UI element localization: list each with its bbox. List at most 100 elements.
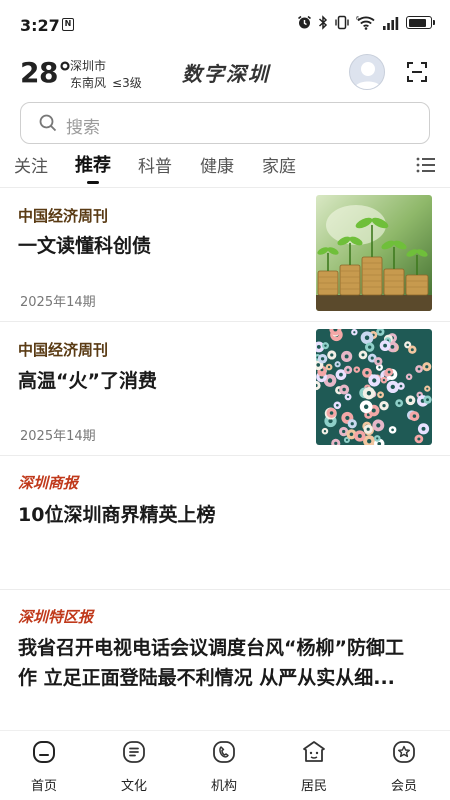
- pattern-dot-hole: [320, 357, 325, 361]
- pattern-dot-hole: [426, 387, 429, 390]
- nav-resident[interactable]: 居民: [284, 739, 344, 794]
- search-placeholder: 搜索: [66, 118, 100, 138]
- pattern-dot-hole: [417, 367, 421, 371]
- scan-icon[interactable]: [406, 61, 428, 83]
- pattern-dot-hole: [350, 422, 354, 426]
- pattern-dot-hole: [387, 370, 391, 374]
- pattern-dot-hole: [372, 378, 377, 383]
- pattern-dot-hole: [336, 363, 339, 366]
- pattern-dot-hole: [367, 439, 372, 444]
- tab-science[interactable]: 科普: [138, 152, 172, 177]
- wifi-icon: 6: [356, 16, 375, 30]
- alarm-icon: [298, 15, 311, 29]
- buttons-pattern-thumbnail: [316, 329, 432, 445]
- pattern-dot-hole: [327, 365, 331, 369]
- member-icon: [393, 741, 415, 763]
- pattern-dot-hole: [361, 353, 365, 357]
- pattern-dot-hole: [390, 384, 395, 390]
- temperature: 28°: [20, 56, 72, 89]
- pattern-dot-hole: [382, 404, 386, 408]
- institution-icon: [213, 741, 235, 763]
- svg-text:6: 6: [356, 16, 359, 22]
- article-source: 中国经济周刊: [18, 341, 109, 359]
- pattern-dot-hole: [346, 395, 350, 399]
- weather-wind: 东南风 ≤3级: [70, 74, 142, 91]
- status-time: 3:27: [20, 16, 60, 35]
- article-card[interactable]: 深圳商报 10位深圳商界精英上榜: [0, 456, 450, 589]
- pattern-dot-hole: [426, 398, 430, 402]
- battery-fill: [408, 18, 427, 27]
- pattern-dot-hole: [345, 415, 350, 421]
- pattern-dot-hole: [334, 441, 338, 445]
- pattern-dot-hole: [368, 345, 372, 349]
- pattern-dot-hole: [328, 418, 333, 424]
- article-title: 高温“火”了消费: [18, 370, 157, 392]
- article-title: 10位深圳商界精英上榜: [18, 504, 216, 526]
- pattern-dot-hole: [370, 356, 374, 360]
- pattern-dot-hole: [353, 331, 356, 334]
- status-icons: 6: [297, 15, 435, 30]
- header: 28° 深圳市 东南风 ≤3级 数字深圳: [0, 50, 450, 96]
- pattern-dot-hole: [376, 423, 381, 428]
- tab-follow[interactable]: 关注: [14, 152, 48, 177]
- tab-health[interactable]: 健康: [200, 152, 234, 177]
- pattern-dot-hole: [339, 372, 343, 377]
- coins-plant-thumbnail: [316, 195, 432, 311]
- pattern-dot-hole: [349, 432, 354, 437]
- bluetooth-icon: [318, 15, 328, 30]
- brand-logo: 数字深圳: [182, 62, 270, 86]
- bottom-nav: 首页 文化 机构 居民 会员: [0, 730, 450, 800]
- nav-label: 居民: [300, 779, 327, 794]
- pattern-dot-hole: [342, 429, 346, 434]
- pattern-dot-hole: [397, 401, 401, 405]
- nav-label: 首页: [30, 779, 57, 794]
- tab-family[interactable]: 家庭: [262, 152, 296, 177]
- search-icon: [39, 114, 57, 132]
- pattern-dot-hole: [406, 343, 409, 347]
- article-card[interactable]: 深圳特区报 我省召开电视电话会议调度台风“杨柳”防御工 作 立足正面登陆最不利情…: [0, 590, 450, 728]
- pattern-dot-hole: [327, 378, 333, 383]
- search-bar[interactable]: 搜索: [20, 102, 430, 144]
- pattern-dot-hole: [330, 353, 334, 357]
- article-source: 深圳商报: [18, 474, 79, 492]
- nav-home[interactable]: 首页: [14, 739, 74, 794]
- pattern-dot-hole: [399, 384, 403, 388]
- pattern-dot-hole: [410, 348, 414, 352]
- pattern-dot-hole: [378, 330, 382, 334]
- pattern-dot-hole: [324, 344, 327, 347]
- pattern-dot-hole: [344, 354, 349, 359]
- nav-institution[interactable]: 机构: [194, 739, 254, 794]
- article-card[interactable]: 中国经济周刊 一文读懂科创债 2025年14期: [0, 188, 450, 321]
- article-source: 深圳特区报: [18, 608, 94, 626]
- pattern-dot-hole: [371, 408, 376, 413]
- tab-recommend[interactable]: 推荐: [75, 151, 111, 177]
- pattern-dot-hole: [407, 375, 411, 378]
- resident-icon: [303, 741, 325, 762]
- nav-member[interactable]: 会员: [374, 739, 434, 794]
- avatar[interactable]: [349, 54, 385, 90]
- pattern-dot-hole: [378, 366, 381, 369]
- article-title: 一文读懂科创债: [18, 235, 152, 257]
- pattern-dot-hole: [345, 438, 348, 442]
- home-icon: [33, 741, 55, 763]
- user-silhouette-icon: [354, 62, 382, 89]
- pattern-dot-hole: [357, 434, 362, 438]
- pattern-dot-hole: [342, 387, 346, 392]
- pattern-dot-hole: [376, 437, 379, 440]
- pattern-dot-hole: [363, 404, 369, 410]
- pattern-dot-hole: [366, 391, 372, 396]
- tab-active-indicator: [87, 181, 99, 184]
- pattern-dot-hole: [329, 411, 334, 415]
- pattern-dot-hole: [417, 437, 421, 441]
- pattern-dot-hole: [365, 371, 369, 375]
- article-date: 2025年14期: [20, 295, 96, 310]
- pattern-dot-hole: [335, 403, 339, 407]
- nav-label: 机构: [210, 779, 237, 794]
- pattern-dot-hole: [425, 365, 429, 369]
- pattern-dot-hole: [346, 368, 350, 372]
- nav-culture[interactable]: 文化: [104, 739, 164, 794]
- menu-list-icon[interactable]: [416, 156, 436, 174]
- article-card[interactable]: 中国经济周刊 高温“火”了消费 2025年14期: [0, 322, 450, 455]
- pattern-dot-hole: [355, 368, 358, 371]
- pattern-dot-hole: [366, 427, 370, 431]
